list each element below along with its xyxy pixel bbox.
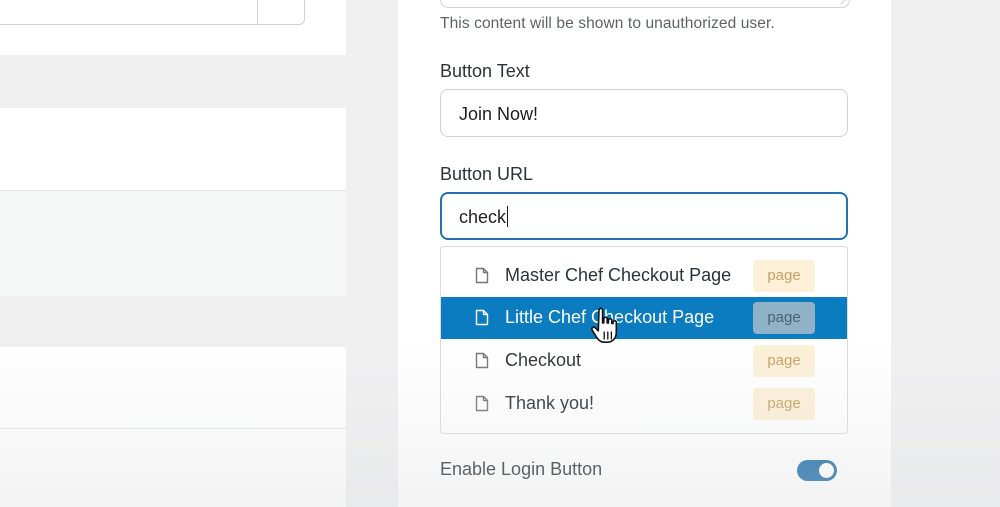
text-caret	[507, 206, 509, 228]
button-text-input[interactable]: Join Now!	[440, 89, 848, 137]
suggestion-type-badge: page	[753, 260, 815, 292]
content-textarea[interactable]: ⟋	[440, 0, 850, 8]
suggestion-item-selected[interactable]: Little Chef Checkout Page page	[441, 297, 847, 339]
button-url-input[interactable]: check	[440, 192, 848, 240]
content-help-text: This content will be shown to unauthoriz…	[440, 15, 775, 32]
suggestion-item[interactable]: Thank you! page	[441, 383, 847, 425]
hand-pointer-cursor-icon	[591, 307, 618, 343]
resize-handle-icon[interactable]: ⟋	[841, 0, 847, 6]
suggestion-type-badge: page	[753, 345, 815, 377]
suggestion-type-badge: page	[753, 388, 815, 420]
suggestion-title: Thank you!	[505, 393, 595, 413]
button-text-label: Button Text	[440, 61, 530, 81]
suggestion-item[interactable]: Checkout page	[441, 340, 847, 382]
suggestion-type-badge: page	[753, 302, 815, 334]
editor-card-bottom	[0, 347, 346, 507]
page-document-icon	[475, 395, 489, 412]
suggestion-title: Checkout	[505, 350, 582, 370]
toggle-knob	[819, 463, 834, 478]
editor-card-middle	[0, 108, 346, 296]
url-suggestions-dropdown: Master Chef Checkout Page page Little Ch…	[440, 246, 848, 434]
button-url-value: check	[459, 207, 507, 227]
enable-login-button-toggle[interactable]	[797, 460, 837, 481]
editor-card-top	[0, 0, 346, 55]
editor-block-row[interactable]	[0, 190, 346, 296]
suggestion-item[interactable]: Master Chef Checkout Page page	[441, 255, 847, 297]
editor-block-row[interactable]	[0, 108, 346, 190]
page-document-icon	[475, 267, 489, 284]
enable-login-button-label: Enable Login Button	[440, 459, 603, 479]
page-document-icon	[475, 352, 489, 369]
input-separator	[257, 0, 258, 24]
suggestion-title: Master Chef Checkout Page	[505, 265, 732, 285]
button-text-value: Join Now!	[459, 104, 539, 124]
editor-input-field[interactable]	[0, 0, 305, 25]
settings-panel: ⟋ This content will be shown to unauthor…	[398, 0, 891, 507]
divider	[0, 428, 346, 429]
button-url-label: Button URL	[440, 164, 534, 184]
page-document-icon	[475, 309, 489, 326]
